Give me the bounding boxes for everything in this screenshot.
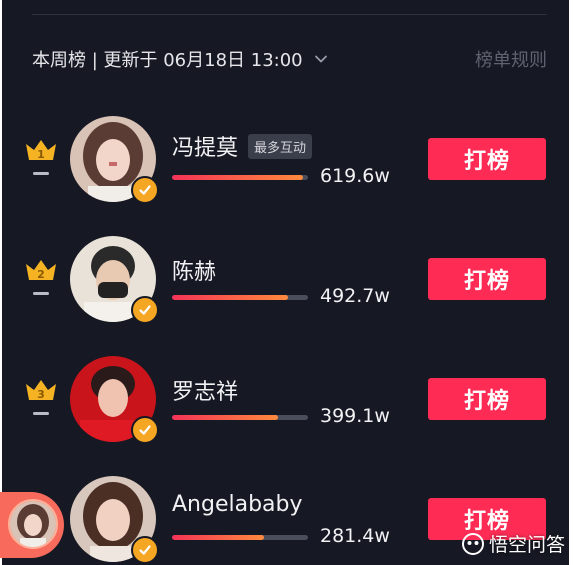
vote-progress-bar bbox=[172, 415, 308, 420]
vote-score: 399.1w bbox=[320, 405, 390, 427]
ranking-period-selector[interactable]: 本周榜 | 更新于 06月18日 13:00 bbox=[32, 46, 329, 72]
vote-score: 619.6w bbox=[320, 165, 390, 187]
artist-name: 冯提莫 bbox=[172, 136, 239, 161]
ranking-row: 3 罗志祥 399.1w 打榜 bbox=[2, 350, 569, 470]
rank-number: 3 bbox=[37, 388, 45, 401]
vote-progress-fill bbox=[172, 175, 303, 180]
rank-trend-dash-icon bbox=[33, 292, 49, 295]
crown-icon: 2 bbox=[24, 258, 58, 282]
current-user-avatar-image bbox=[8, 499, 58, 549]
vote-button[interactable]: 打榜 bbox=[428, 138, 546, 180]
ranking-rules-link[interactable]: 榜单规则 bbox=[475, 46, 547, 72]
verified-check-icon bbox=[131, 416, 159, 444]
artist-name: 罗志祥 bbox=[172, 380, 239, 405]
current-user-avatar[interactable] bbox=[0, 492, 64, 558]
vote-button[interactable]: 打榜 bbox=[428, 378, 546, 420]
ranking-row: 2 陈赫 492.7w 打榜 bbox=[2, 230, 569, 350]
chevron-down-icon bbox=[313, 51, 329, 67]
vote-score: 492.7w bbox=[320, 285, 390, 307]
rank-trend-dash-icon bbox=[33, 172, 49, 175]
verified-check-icon bbox=[131, 176, 159, 204]
verified-check-icon bbox=[131, 296, 159, 324]
rank-number: 1 bbox=[37, 148, 45, 161]
vote-score: 281.4w bbox=[320, 525, 390, 547]
most-interaction-tag: 最多互动 bbox=[248, 134, 313, 159]
rank-number: 2 bbox=[37, 268, 45, 281]
ranking-panel: 本周榜 | 更新于 06月18日 13:00 榜单规则 1 冯提莫 最多互动 6… bbox=[2, 0, 569, 565]
vote-progress-bar bbox=[172, 175, 308, 180]
ranking-row: 1 冯提莫 最多互动 619.6w 打榜 bbox=[2, 110, 569, 230]
crown-icon: 1 bbox=[24, 138, 58, 162]
vote-button[interactable]: 打榜 bbox=[428, 258, 546, 300]
verified-check-icon bbox=[131, 536, 159, 564]
vote-progress-fill bbox=[172, 295, 288, 300]
top-divider bbox=[32, 14, 547, 15]
watermark-logo-icon bbox=[461, 532, 485, 556]
rank-trend-dash-icon bbox=[33, 412, 49, 415]
vote-progress-fill bbox=[172, 415, 279, 420]
vote-progress-bar bbox=[172, 535, 308, 540]
artist-name: Angelababy bbox=[172, 492, 303, 517]
crown-icon: 3 bbox=[24, 378, 58, 402]
artist-name: 陈赫 bbox=[172, 260, 217, 285]
vote-progress-fill bbox=[172, 535, 265, 540]
watermark: 悟空问答 bbox=[461, 530, 565, 557]
watermark-text: 悟空问答 bbox=[488, 534, 565, 556]
ranking-period-label: 本周榜 | 更新于 06月18日 13:00 bbox=[32, 50, 303, 71]
vote-progress-bar bbox=[172, 295, 308, 300]
